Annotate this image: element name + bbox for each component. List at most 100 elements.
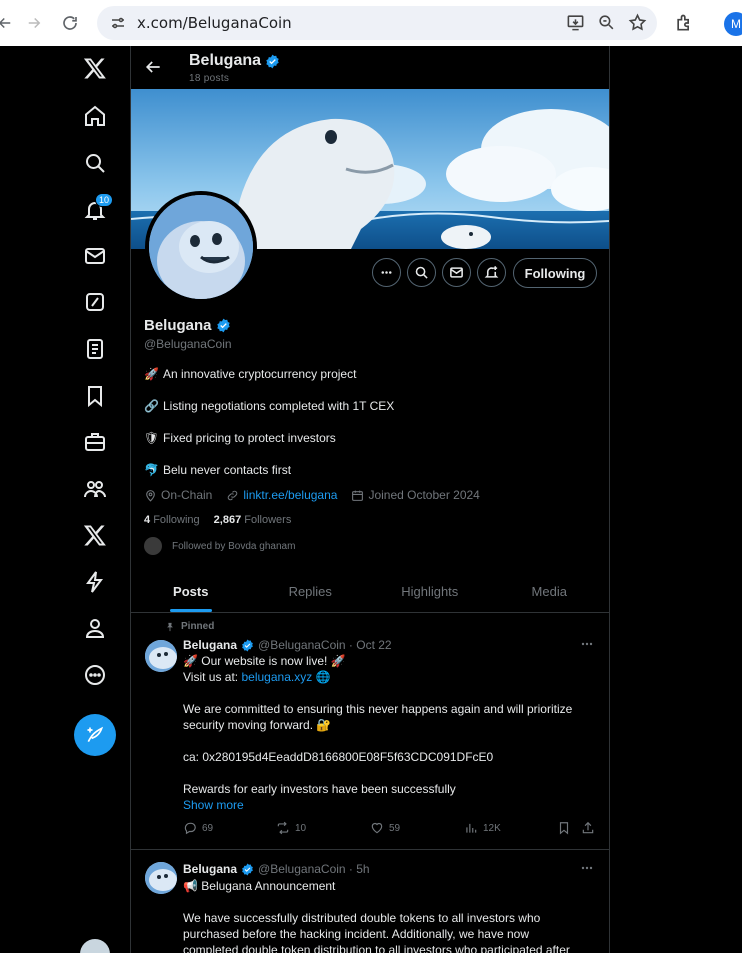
tweet-line: Rewards for early investors have been su… (183, 782, 456, 796)
tweet-line: 📢 Belugana Announcement (183, 879, 336, 893)
following-count: 4 (144, 514, 151, 526)
location-pin-icon (146, 489, 155, 502)
premium-icon[interactable] (77, 517, 113, 553)
account-avatar[interactable] (80, 939, 110, 953)
verified-orgs-icon[interactable] (77, 564, 113, 600)
tab-replies[interactable]: Replies (251, 571, 371, 612)
profile-handle: @BeluganaCoin (144, 337, 232, 351)
followers-text: Followers (244, 514, 292, 526)
tweet-line: purchased before the hacking incident. A… (183, 927, 530, 941)
jobs-icon[interactable] (77, 424, 113, 460)
verified-badge-icon (242, 639, 253, 651)
bio-line: 🐬 Belu never contacts first (144, 462, 291, 477)
verified-badge-icon (242, 863, 253, 875)
tweet-author-name[interactable]: Belugana (183, 638, 237, 652)
address-bar[interactable]: x.com/BeluganaCoin (97, 6, 657, 40)
tab-highlights[interactable]: Highlights (370, 571, 490, 612)
back-arrow-icon[interactable] (143, 57, 163, 77)
bookmark-star-icon[interactable] (628, 13, 647, 32)
bookmarks-icon[interactable] (77, 378, 113, 414)
tweet-link[interactable]: belugana.xyz (241, 670, 312, 684)
heart-icon (371, 822, 383, 834)
followers-link[interactable]: 2,867 Followers (214, 514, 292, 526)
browser-profile-avatar[interactable]: M (724, 12, 742, 36)
tweet-handle-time[interactable]: @BeluganaCoin · 5h (258, 862, 370, 876)
bookmark-button[interactable] (557, 821, 581, 835)
extensions-icon[interactable] (674, 13, 694, 33)
tab-media[interactable]: Media (490, 571, 610, 612)
tweet-actions: 69 10 59 12K (183, 821, 597, 835)
explore-icon[interactable] (77, 145, 113, 181)
link-emoji: 🔗 (144, 398, 159, 413)
search-profile-button[interactable] (407, 258, 436, 287)
tweet-more-icon[interactable] (579, 636, 595, 652)
tweet[interactable]: Belugana @BeluganaCoin · 5h 📢 Belugana A… (131, 850, 609, 953)
notifications-icon[interactable]: 10 (77, 192, 113, 228)
site-settings-icon[interactable] (109, 14, 127, 32)
views-chart-icon (466, 823, 477, 833)
messages-icon[interactable] (77, 238, 113, 274)
tweet-handle-time[interactable]: @BeluganaCoin · Oct 22 (258, 638, 392, 652)
grok-icon[interactable] (77, 284, 113, 320)
profile-icon[interactable] (77, 610, 113, 646)
tweet-line: Visit us at: belugana.xyz 🌐 (183, 669, 593, 685)
tweet-blank-line (183, 685, 593, 701)
header-posts-count: 18 posts (189, 73, 230, 84)
views-button[interactable]: 12K (464, 821, 557, 835)
verified-badge-icon (216, 318, 230, 333)
repost-count: 10 (295, 822, 307, 834)
tweet-avatar[interactable] (145, 640, 177, 672)
tab-posts[interactable]: Posts (131, 571, 251, 612)
reload-icon[interactable] (53, 6, 87, 40)
tweet-author-name[interactable]: Belugana (183, 862, 237, 876)
globe-emoji: 🌐 (315, 670, 331, 684)
tweet-line: 🚀 Our website is now live! 🚀 (183, 654, 346, 668)
tweet-avatar[interactable] (145, 862, 177, 894)
install-app-icon[interactable] (566, 13, 585, 32)
sidebar-nav: 10 (60, 46, 130, 953)
dolphin-emoji: 🐬 (144, 462, 159, 477)
home-icon[interactable] (77, 98, 113, 134)
lists-icon[interactable] (77, 331, 113, 367)
zoom-icon[interactable] (597, 13, 616, 32)
communities-icon[interactable] (77, 471, 113, 507)
website-link[interactable]: linktr.ee/belugana (243, 488, 337, 502)
joined-text: Joined October 2024 (368, 488, 480, 502)
notification-count-badge: 10 (95, 193, 113, 207)
beluga-avatar-image (149, 195, 253, 299)
show-more-link[interactable]: Show more (183, 797, 593, 813)
url-text[interactable]: x.com/BeluganaCoin (137, 14, 292, 32)
website-item[interactable]: linktr.ee/belugana (226, 488, 337, 502)
notify-button[interactable] (477, 258, 506, 287)
pinned-tweet[interactable]: Pinned Belugana @BeluganaCoin · Oct 22 🚀… (131, 614, 609, 850)
repost-button[interactable]: 10 (276, 821, 370, 835)
following-link[interactable]: 4 Following (144, 514, 200, 526)
bookmark-icon (559, 822, 569, 835)
link-icon (228, 490, 238, 500)
like-button[interactable]: 59 (370, 821, 464, 835)
profile-name-text: Belugana (144, 317, 212, 334)
bio-text: Listing negotiations completed with 1T C… (163, 398, 395, 413)
tweet-body: 📢 Belugana Announcement We have successf… (183, 878, 593, 953)
following-button[interactable]: Following (513, 258, 597, 288)
profile-avatar[interactable] (145, 191, 257, 303)
repost-icon (277, 821, 289, 835)
share-icon (582, 821, 594, 834)
tweet-line: security moving forward. 🔐 (183, 718, 332, 732)
more-actions-button[interactable] (372, 258, 401, 287)
tweet-blank-line (183, 765, 593, 781)
reply-count: 69 (202, 822, 214, 834)
followed-by-row[interactable]: Followed by Bovda ghanam (144, 537, 295, 555)
forward-arrow-icon[interactable] (17, 6, 51, 40)
share-button[interactable] (581, 821, 597, 835)
envelope-icon (450, 267, 463, 278)
feather-plus-icon (87, 726, 104, 743)
tweet-line-text: Visit us at: (183, 670, 242, 684)
reply-button[interactable]: 69 (183, 821, 276, 835)
compose-post-button[interactable] (74, 714, 116, 756)
x-logo-icon[interactable] (77, 50, 113, 86)
more-icon[interactable] (77, 657, 113, 693)
bio-line: 🔗 Listing negotiations completed with 1T… (144, 398, 394, 413)
message-button[interactable] (442, 258, 471, 287)
tweet-more-icon[interactable] (579, 860, 595, 876)
